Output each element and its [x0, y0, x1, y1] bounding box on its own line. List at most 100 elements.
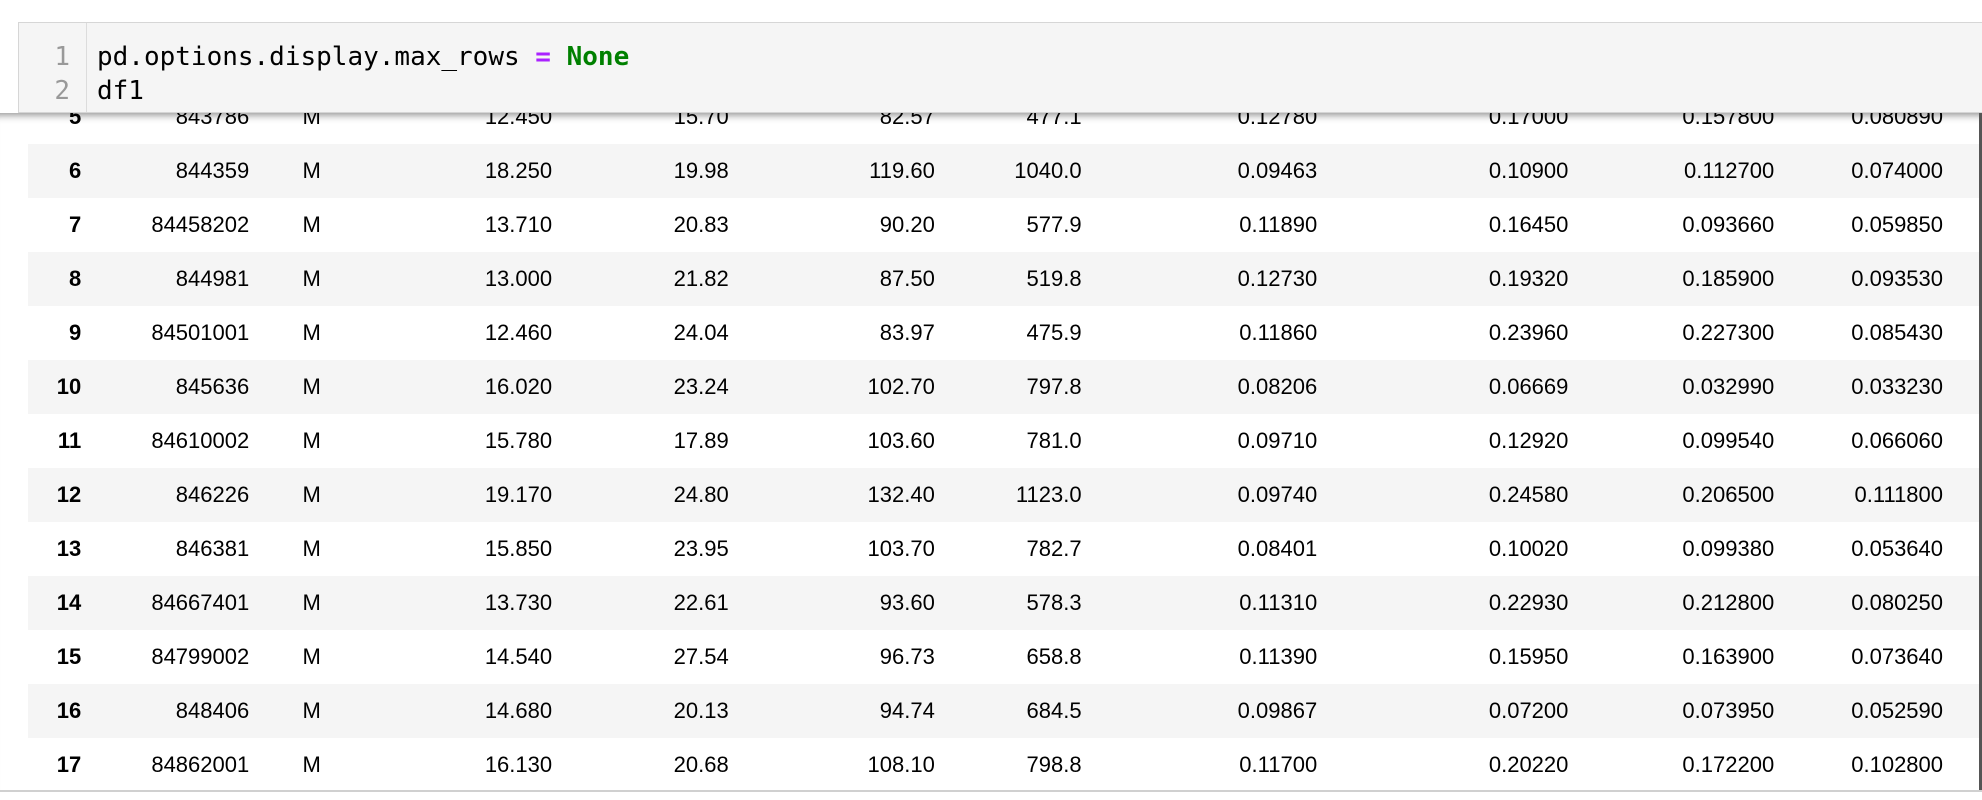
value-cell: 27.54: [673, 644, 729, 669]
value-cell: 0.11700: [1239, 752, 1318, 777]
value-cell: 0.053640: [1851, 536, 1944, 561]
code-line-1-text: pd.options.display.max_rows: [97, 42, 536, 72]
value-cell: 578.3: [934, 576, 1082, 630]
value-cell: 0.11310: [1081, 576, 1318, 630]
diagnosis-cell: M: [302, 752, 321, 777]
value-cell: 0.24580: [1317, 468, 1569, 522]
value-cell: 15.850: [484, 536, 553, 561]
table-row: 14 84667401 M 13.730 22.61 93.60 578.3 0.11310 0…: [28, 576, 1982, 630]
id-cell: 843786: [175, 113, 250, 129]
value-cell: 0.163900: [1682, 644, 1775, 669]
value-cell: 16.130: [484, 752, 553, 777]
row-index: 8: [28, 252, 82, 306]
diagnosis-cell: M: [302, 428, 321, 453]
row-index: 9: [68, 320, 82, 345]
value-cell: 0.073950: [1568, 684, 1775, 738]
value-cell: 0.08401: [1237, 536, 1318, 561]
value-cell: 0.052590: [1774, 684, 1944, 738]
row-index: 6: [28, 144, 82, 198]
value-cell: 90.20: [879, 212, 935, 237]
value-cell: 781.0: [1026, 428, 1082, 453]
diagnosis-cell: M: [302, 113, 321, 129]
diagnosis-cell: M: [249, 468, 375, 522]
row-padding: [1943, 522, 1982, 576]
table-row: 11 84610002 M 15.780 17.89 103.60 781.0 0.09710…: [28, 414, 1982, 468]
value-cell: 519.8: [934, 252, 1082, 306]
value-cell: 0.12780: [1237, 113, 1318, 129]
table-row: 7 84458202 M 13.710 20.83 90.20 577.9 0.11890 0.…: [28, 198, 1982, 252]
value-cell: 0.11890: [1239, 212, 1318, 237]
value-cell: 0.032990: [1568, 360, 1775, 414]
table-row: 17 84862001 M 16.130 20.68 108.10 798.8 0.11700…: [28, 738, 1982, 790]
value-cell: 1040.0: [934, 144, 1082, 198]
value-cell: 103.60: [867, 428, 935, 453]
diagnosis-cell: M: [249, 144, 375, 198]
table-row: 16 848406 M 14.680 20.13 94.74 684.5 0.09867 0.0…: [28, 684, 1982, 738]
value-cell: 1123.0: [934, 468, 1082, 522]
value-cell: 0.185900: [1568, 252, 1775, 306]
row-padding: [1943, 738, 1982, 790]
row-padding: [1943, 252, 1982, 306]
value-cell: 15.70: [673, 113, 729, 129]
row-index: 16: [28, 684, 82, 738]
value-cell: 0.10020: [1488, 536, 1569, 561]
value-cell: 102.70: [728, 360, 935, 414]
value-cell: 797.8: [934, 360, 1082, 414]
value-cell: 0.09867: [1081, 684, 1318, 738]
value-cell: 0.08206: [1081, 360, 1318, 414]
value-cell: 0.112700: [1568, 144, 1775, 198]
value-cell: 0.11860: [1239, 320, 1318, 345]
row-index: 7: [68, 212, 82, 237]
value-cell: 21.82: [552, 252, 729, 306]
value-cell: 658.8: [1026, 644, 1082, 669]
diagnosis-cell: M: [249, 576, 375, 630]
value-cell: 108.10: [867, 752, 935, 777]
value-cell: 20.83: [673, 212, 729, 237]
id-cell: 844359: [81, 144, 250, 198]
value-cell: 684.5: [934, 684, 1082, 738]
value-cell: 0.093660: [1682, 212, 1775, 237]
row-padding: [1943, 113, 1982, 144]
diagnosis-cell: M: [249, 684, 375, 738]
value-cell: 94.74: [728, 684, 935, 738]
id-cell: 84458202: [151, 212, 250, 237]
id-cell: 848406: [81, 684, 250, 738]
table-row: 12 846226 M 19.170 24.80 132.40 1123.0 0.09740 0…: [28, 468, 1982, 522]
row-index: 14: [28, 576, 82, 630]
value-cell: 12.450: [484, 113, 553, 129]
code-cell-editor[interactable]: 1 2 pd.options.display.max_rows = None d…: [18, 22, 1982, 113]
value-cell: 0.157800: [1682, 113, 1775, 129]
value-cell: 798.8: [1026, 752, 1082, 777]
code-text[interactable]: pd.options.display.max_rows = None df1: [97, 40, 629, 108]
code-operator: =: [535, 42, 551, 72]
id-cell: 84862001: [151, 752, 250, 777]
row-index: 17: [56, 752, 82, 777]
value-cell: 0.06669: [1317, 360, 1569, 414]
value-cell: 0.16450: [1488, 212, 1569, 237]
value-cell: 22.61: [552, 576, 729, 630]
horizontal-scrollbar[interactable]: [0, 790, 1982, 800]
value-cell: 0.099540: [1682, 428, 1775, 453]
row-padding: [1943, 630, 1982, 684]
code-keyword: None: [566, 42, 630, 72]
row-padding: [1943, 468, 1982, 522]
value-cell: 0.20220: [1488, 752, 1569, 777]
row-index: 11: [57, 428, 82, 453]
value-cell: 0.09710: [1237, 428, 1318, 453]
value-cell: 24.04: [673, 320, 729, 345]
value-cell: 0.10900: [1317, 144, 1569, 198]
notebook-page: 1 2 pd.options.display.max_rows = None d…: [0, 0, 1982, 800]
output-area[interactable]: 5 843786 M 12.450 15.70 82.57 477.1 0.12780 0.17…: [0, 113, 1982, 790]
id-cell: 84799002: [151, 644, 250, 669]
value-cell: 132.40: [728, 468, 935, 522]
value-cell: 12.460: [484, 320, 553, 345]
value-cell: 0.17000: [1488, 113, 1569, 129]
value-cell: 13.710: [484, 212, 553, 237]
value-cell: 0.22930: [1317, 576, 1569, 630]
table-row: 13 846381 M 15.850 23.95 103.70 782.7 0.08401 0.…: [28, 522, 1982, 576]
row-index: 15: [56, 644, 82, 669]
value-cell: 0.212800: [1568, 576, 1775, 630]
value-cell: 0.093530: [1774, 252, 1944, 306]
value-cell: 0.073640: [1851, 644, 1944, 669]
row-padding: [1943, 144, 1982, 198]
